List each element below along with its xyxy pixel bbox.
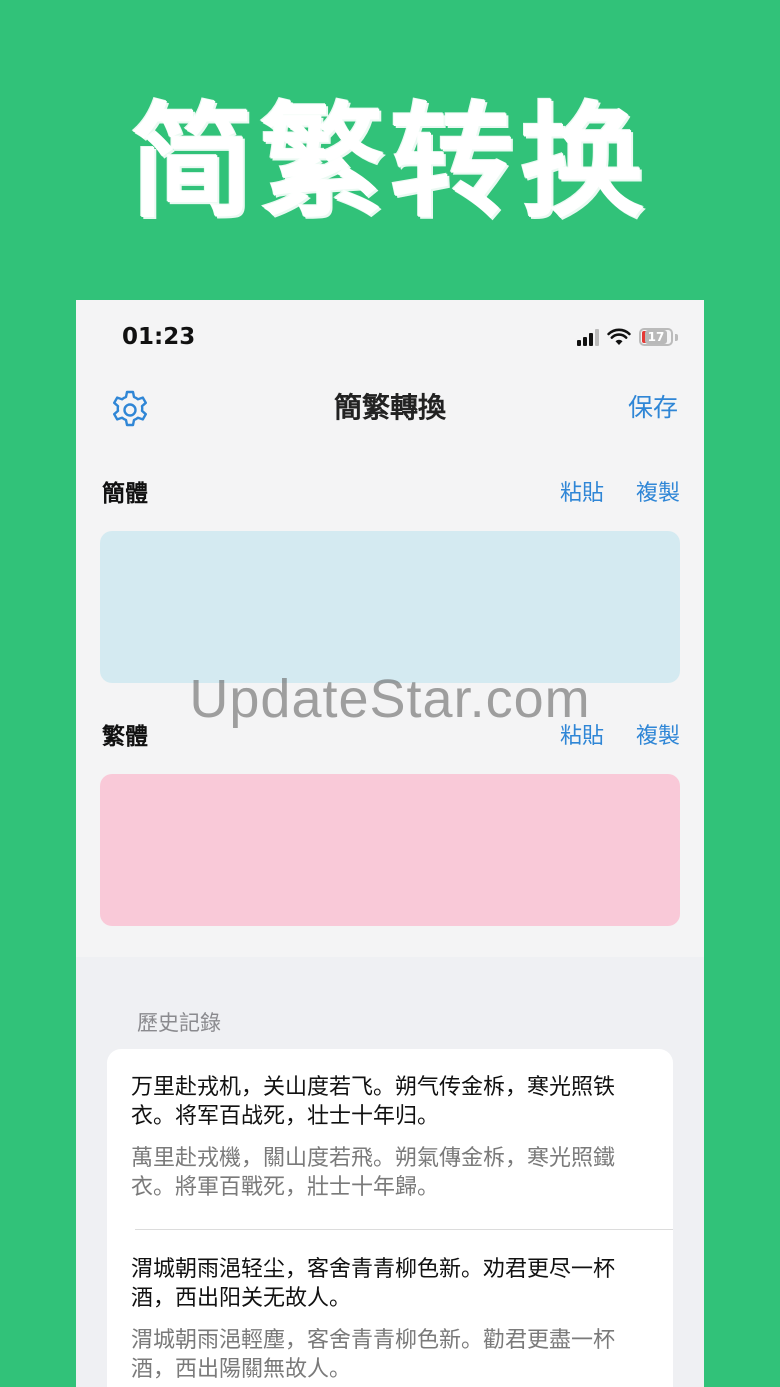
hero-title: 简繁转换 (129, 91, 650, 235)
status-time: 01:23 (122, 324, 196, 350)
status-bar: 01:23 17 (76, 300, 704, 380)
simplified-paste-button[interactable]: 粘貼 (560, 474, 604, 514)
battery-level: 17 (644, 330, 668, 344)
status-icons: 17 (577, 328, 678, 346)
history-item-simplified: 渭城朝雨浥轻尘，客舍青青柳色新。劝君更尽一杯酒，西出阳关无故人。 (131, 1257, 616, 1311)
history-item-traditional: 萬里赴戎機，關山度若飛。朔氣傳金柝，寒光照鐵衣。將軍百戰死，壯士十年歸。 (131, 1146, 616, 1200)
simplified-actions: 粘貼 複製 (560, 474, 680, 514)
watermark: UpdateStar.com (189, 669, 591, 729)
battery-cap (675, 333, 678, 341)
history-divider (135, 1229, 673, 1230)
history-section: 歷史記錄 万里赴戎机，关山度若飞。朔气传金柝，寒光照铁衣。将军百战死，壮士十年归… (76, 957, 704, 1387)
simplified-section-header: 簡體 粘貼 複製 (100, 474, 680, 514)
history-item[interactable]: 万里赴戎机，关山度若飞。朔气传金柝，寒光照铁衣。将军百战死，壮士十年归。 萬里赴… (131, 1073, 651, 1202)
signal-icon (577, 328, 599, 346)
history-title: 歷史記錄 (137, 1011, 221, 1035)
page-title: 簡繁轉換 (333, 391, 446, 424)
save-button[interactable]: 保存 (628, 388, 678, 428)
battery-icon: 17 (639, 328, 673, 346)
wifi-icon (607, 328, 631, 345)
history-list: 万里赴戎机，关山度若飞。朔气传金柝，寒光照铁衣。将军百战死，壮士十年归。 萬里赴… (107, 1049, 673, 1387)
phone-screen: 01:23 17 簡繁轉換 保存 簡體 粘貼 複製 繁體 粘貼 複製 歷史記錄 … (76, 300, 704, 1387)
history-item-simplified: 万里赴戎机，关山度若飞。朔气传金柝，寒光照铁衣。将军百战死，壮士十年归。 (131, 1075, 616, 1129)
history-item-traditional: 渭城朝雨浥輕塵，客舍青青柳色新。勸君更盡一杯酒，西出陽關無故人。 (131, 1328, 616, 1382)
simplified-label: 簡體 (102, 481, 148, 507)
nav-bar: 簡繁轉換 保存 (76, 380, 704, 436)
traditional-text-input[interactable] (100, 774, 680, 926)
simplified-text-input[interactable] (100, 531, 680, 683)
simplified-copy-button[interactable]: 複製 (636, 474, 680, 514)
history-item[interactable]: 渭城朝雨浥轻尘，客舍青青柳色新。劝君更尽一杯酒，西出阳关无故人。 渭城朝雨浥輕塵… (131, 1255, 651, 1384)
